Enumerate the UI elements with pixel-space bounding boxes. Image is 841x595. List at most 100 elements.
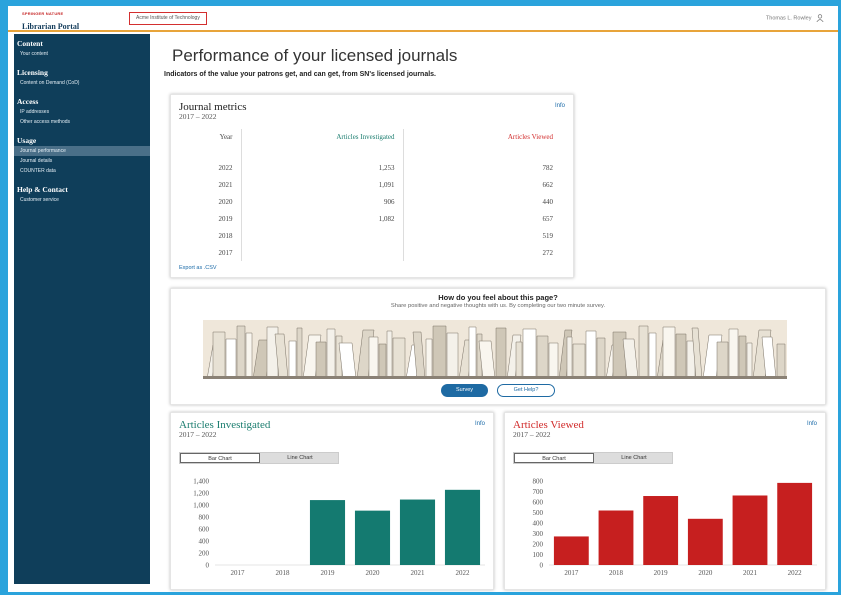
table-header-row: Year Articles Investigated Articles View… xyxy=(181,129,557,159)
cell-year: 2022 xyxy=(181,159,242,176)
book-spine xyxy=(245,332,253,379)
y-tick-label: 800 xyxy=(199,514,210,522)
y-tick-label: 1,200 xyxy=(193,490,209,498)
portal-logo[interactable]: SPRINGER NATURE Librarian Portal xyxy=(22,11,79,34)
viewed-chart-toggle: Bar Chart Line Chart xyxy=(513,452,673,464)
sidebar-item-ip-addresses[interactable]: IP addresses xyxy=(14,107,150,117)
bar-2022 xyxy=(444,489,481,565)
book-spine xyxy=(638,325,649,379)
y-tick-label: 700 xyxy=(533,488,544,496)
cell-viewed: 440 xyxy=(542,197,554,206)
browser-frame: SPRINGER NATURE Librarian Portal Acme In… xyxy=(8,6,838,592)
sidebar-item-other-access[interactable]: Other access methods xyxy=(14,117,150,127)
x-tick-label: 2022 xyxy=(456,569,471,577)
bar-2017 xyxy=(553,536,589,565)
viewed-info-link[interactable]: Info xyxy=(807,421,817,427)
sidebar-item-journal-performance[interactable]: Journal performance xyxy=(14,146,150,156)
book-spine xyxy=(392,337,406,379)
book-spine xyxy=(675,333,687,379)
line-chart-tab[interactable]: Line Chart xyxy=(260,453,340,463)
sidebar-heading-access: Access xyxy=(17,97,39,106)
page-subtitle: Indicators of the value your patrons get… xyxy=(164,71,436,78)
user-menu[interactable]: Thomas L. Rowley xyxy=(766,14,824,22)
y-tick-label: 200 xyxy=(199,550,210,558)
bar-2019 xyxy=(309,500,346,565)
book-spine xyxy=(432,325,447,379)
x-tick-label: 2018 xyxy=(609,569,624,577)
x-tick-label: 2018 xyxy=(276,569,291,577)
sidebar-heading-usage: Usage xyxy=(17,136,37,145)
investigated-info-link[interactable]: Info xyxy=(475,421,485,427)
book-spine xyxy=(716,341,729,379)
sidebar-item-journal-details[interactable]: Journal details xyxy=(14,156,150,166)
y-tick-label: 600 xyxy=(533,499,544,507)
table-row: 2020 906 440 xyxy=(181,193,557,210)
y-tick-label: 1,000 xyxy=(193,502,209,510)
survey-button[interactable]: Survey xyxy=(441,384,488,397)
book-spine xyxy=(468,326,477,379)
metrics-years: 2017 – 2022 xyxy=(179,112,217,121)
book-spine xyxy=(648,332,657,379)
x-tick-label: 2021 xyxy=(743,569,758,577)
journal-metrics-card: Journal metrics 2017 – 2022 Info Year Ar… xyxy=(170,94,574,278)
cell-viewed: 782 xyxy=(542,163,554,172)
x-tick-label: 2017 xyxy=(564,569,579,577)
survey-subtitle: Share positive and negative thoughts wit… xyxy=(390,303,606,309)
bar-2020 xyxy=(687,518,723,565)
cell-investigated: 1,253 xyxy=(241,159,404,176)
cell-investigated xyxy=(241,244,404,261)
sidebar-item-content-on-demand[interactable]: Content on Demand (CoD) xyxy=(14,78,150,88)
bar-2022 xyxy=(777,482,813,565)
book-spine xyxy=(728,328,739,379)
sidebar-section: Help & Contact Customer service xyxy=(14,182,150,205)
book-spine xyxy=(585,330,597,379)
book-spine xyxy=(522,328,537,379)
top-bar: SPRINGER NATURE Librarian Portal Acme In… xyxy=(8,6,838,32)
x-tick-label: 2019 xyxy=(654,569,669,577)
col-investigated: Articles Investigated xyxy=(241,129,404,159)
user-name: Thomas L. Rowley xyxy=(765,15,812,22)
books-image xyxy=(203,320,787,379)
y-tick-label: 500 xyxy=(533,509,544,517)
x-tick-label: 2019 xyxy=(321,569,336,577)
metrics-info-link[interactable]: Info xyxy=(555,103,565,109)
y-tick-label: 1,400 xyxy=(193,478,209,486)
metrics-table: Year Articles Investigated Articles View… xyxy=(181,129,557,261)
book-spine xyxy=(288,340,297,379)
book-spine xyxy=(738,335,747,379)
y-tick-label: 0 xyxy=(206,562,210,570)
get-help-button[interactable]: Get Help? xyxy=(497,384,555,397)
institution-selector[interactable]: Acme Institute of Technology xyxy=(129,12,207,25)
cell-investigated: 1,082 xyxy=(241,210,404,227)
book-spine xyxy=(548,342,559,379)
sidebar-item-your-content[interactable]: Your content xyxy=(14,49,150,59)
sidebar-heading-content: Content xyxy=(17,39,43,48)
sidebar-section: Content Your content xyxy=(14,36,150,59)
book-spine xyxy=(386,330,393,379)
y-tick-label: 800 xyxy=(533,478,544,486)
sidebar-item-customer-service[interactable]: Customer service xyxy=(14,195,150,205)
cell-viewed: 657 xyxy=(542,214,554,223)
bar-chart-tab[interactable]: Bar Chart xyxy=(180,453,260,463)
investigated-chart-toggle: Bar Chart Line Chart xyxy=(179,452,339,464)
sidebar-section: Usage Journal performance Journal detail… xyxy=(14,133,150,176)
bar-chart-tab[interactable]: Bar Chart xyxy=(514,453,594,463)
brand-title: Librarian Portal xyxy=(22,22,80,31)
sidebar-item-counter-data[interactable]: COUNTER data xyxy=(14,166,150,176)
bar-2021 xyxy=(399,499,436,565)
sidebar: Content Your content Licensing Content o… xyxy=(14,34,150,584)
export-csv-link[interactable]: Export as .CSV xyxy=(179,265,217,271)
book-spine xyxy=(368,336,379,379)
x-tick-label: 2022 xyxy=(788,569,803,577)
viewed-chart-years: 2017 – 2022 xyxy=(513,430,551,439)
cell-investigated xyxy=(241,227,404,244)
cell-year: 2020 xyxy=(181,193,242,210)
y-tick-label: 400 xyxy=(199,538,210,546)
cell-year: 2017 xyxy=(181,244,242,261)
table-row: 2019 1,082 657 xyxy=(181,210,557,227)
line-chart-tab[interactable]: Line Chart xyxy=(594,453,674,463)
x-tick-label: 2020 xyxy=(698,569,713,577)
cell-year: 2021 xyxy=(181,176,242,193)
table-row: 2018 519 xyxy=(181,227,557,244)
x-tick-label: 2017 xyxy=(231,569,246,577)
